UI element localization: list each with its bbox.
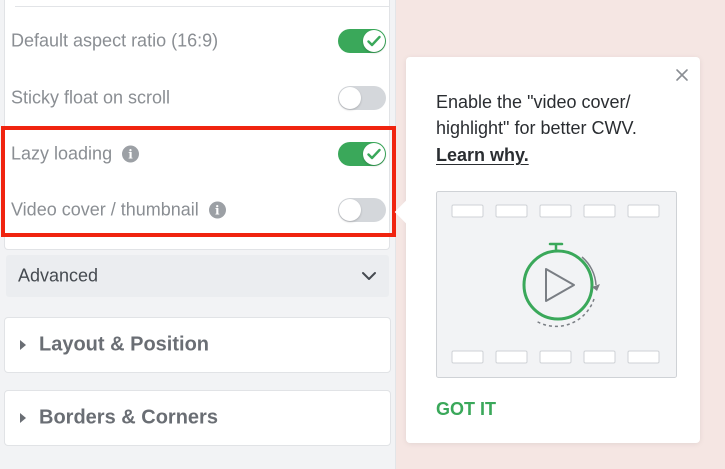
panel-layout-position[interactable]: Layout & Position xyxy=(4,317,391,373)
panel-label: Borders & Corners xyxy=(39,406,218,429)
advanced-dropdown[interactable]: Advanced xyxy=(6,255,389,297)
info-icon[interactable]: i xyxy=(122,145,140,163)
advanced-label: Advanced xyxy=(18,265,99,286)
sidebar: Default aspect ratio (16:9) Sticky float… xyxy=(0,0,396,469)
caret-right-icon xyxy=(20,413,26,423)
learn-why-link[interactable]: Learn why. xyxy=(436,145,529,166)
setting-row-lazy-loading: Lazy loading i xyxy=(5,134,391,174)
setting-row-sticky-float: Sticky float on scroll xyxy=(5,78,391,118)
toggle-knob xyxy=(363,143,385,165)
toggle-knob xyxy=(339,199,361,221)
info-icon[interactable]: i xyxy=(208,201,226,219)
checkmark-icon xyxy=(367,148,381,160)
panel-label: Layout & Position xyxy=(39,333,209,356)
setting-label: Default aspect ratio (16:9) xyxy=(11,30,219,51)
setting-label-with-info: Video cover / thumbnail i xyxy=(11,200,226,221)
video-cover-toggle[interactable] xyxy=(338,198,386,222)
aspect-ratio-toggle[interactable] xyxy=(338,29,386,53)
lazy-loading-toggle[interactable] xyxy=(338,142,386,166)
setting-label: Lazy loading xyxy=(11,143,113,164)
video-timer-icon xyxy=(436,191,677,378)
checkmark-icon xyxy=(367,35,381,47)
caret-right-icon xyxy=(20,340,26,350)
popover-message: Enable the "video cover/ highlight" for … xyxy=(436,92,637,138)
divider xyxy=(15,6,389,7)
popover-pointer xyxy=(394,200,418,224)
setting-row-aspect-ratio: Default aspect ratio (16:9) xyxy=(5,21,391,61)
toggle-knob xyxy=(339,87,361,109)
setting-label-with-info: Lazy loading i xyxy=(11,143,140,165)
toggle-knob xyxy=(363,30,385,52)
sticky-float-toggle[interactable] xyxy=(338,86,386,110)
setting-label: Sticky float on scroll xyxy=(11,87,171,108)
got-it-button[interactable]: GOT IT xyxy=(436,399,496,420)
close-icon[interactable] xyxy=(674,67,690,83)
cwv-tip-popover: Enable the "video cover/ highlight" for … xyxy=(394,57,700,443)
video-settings-card: Default aspect ratio (16:9) Sticky float… xyxy=(4,0,390,250)
setting-row-video-cover: Video cover / thumbnail i xyxy=(5,190,391,230)
panel-borders-corners[interactable]: Borders & Corners xyxy=(4,390,391,446)
chevron-down-icon xyxy=(362,272,376,280)
setting-label: Video cover / thumbnail xyxy=(11,199,199,220)
